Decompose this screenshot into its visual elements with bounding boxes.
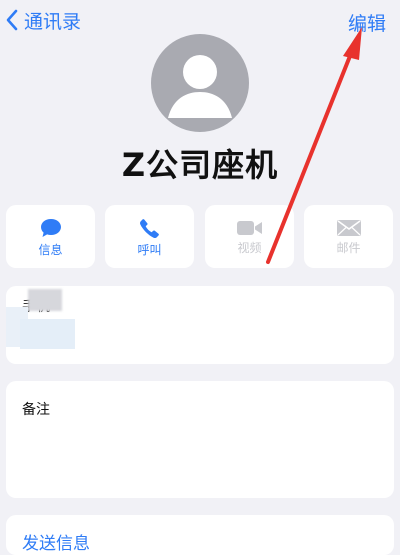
call-button[interactable]: 呼叫	[105, 205, 194, 268]
redacted-number-block	[28, 289, 62, 311]
back-button[interactable]: 通讯录	[6, 6, 81, 34]
back-label: 通讯录	[24, 10, 82, 33]
call-label: 呼叫	[137, 242, 162, 257]
send-message-link[interactable]: 发送信息	[22, 529, 90, 554]
phone-icon	[139, 218, 159, 238]
avatar	[151, 34, 249, 132]
video-camera-icon	[236, 220, 262, 235]
mail-label: 邮件	[336, 240, 361, 255]
message-bubble-icon	[40, 218, 61, 237]
phone-field-card[interactable]: 手机	[6, 286, 394, 364]
redacted-number-block	[20, 319, 75, 349]
video-button[interactable]: 视频	[205, 205, 294, 268]
person-silhouette-icon	[168, 55, 232, 118]
contact-name: Z公司座机	[121, 146, 279, 184]
mail-envelope-icon	[336, 219, 361, 236]
send-message-card[interactable]: 发送信息	[6, 515, 394, 555]
action-buttons: 信息 呼叫 视频 邮件	[6, 205, 394, 268]
mail-button[interactable]: 邮件	[304, 205, 393, 268]
message-label: 信息	[38, 242, 63, 257]
video-label: 视频	[237, 240, 262, 255]
edit-button[interactable]: 编辑	[348, 9, 386, 36]
notes-field-label: 备注	[22, 402, 50, 418]
message-button[interactable]: 信息	[6, 205, 95, 268]
chevron-left-icon	[6, 9, 18, 31]
notes-field-card[interactable]: 备注	[6, 381, 394, 498]
